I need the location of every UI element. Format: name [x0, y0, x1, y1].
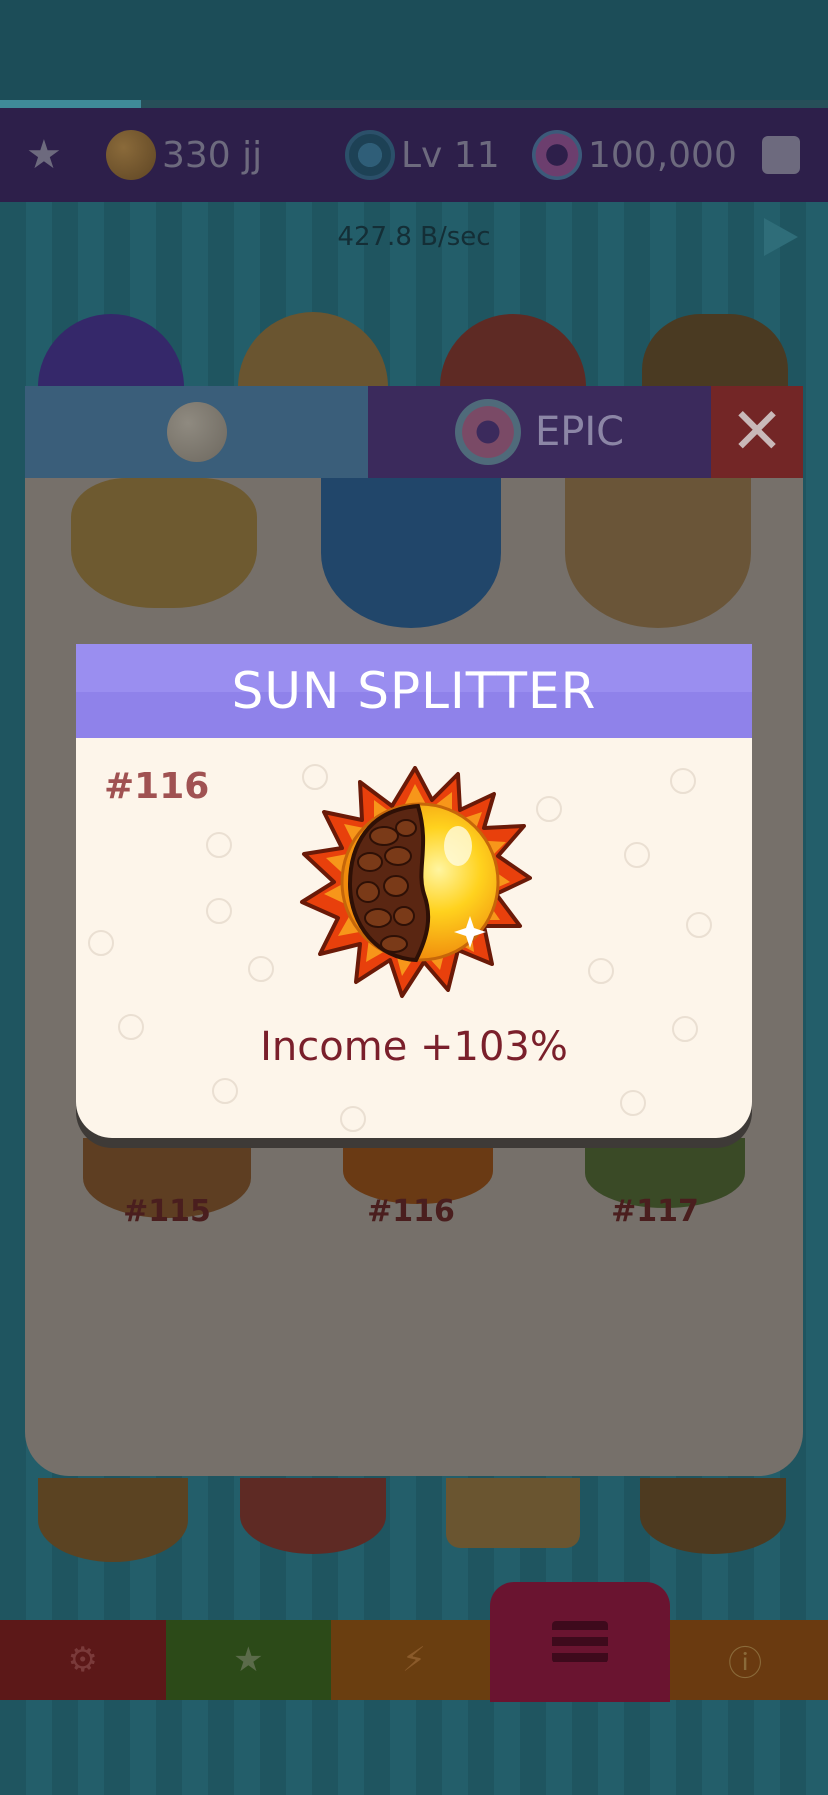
tab-epic-label: EPIC	[534, 409, 625, 455]
pattern-dot	[340, 1106, 366, 1132]
pattern-dot	[212, 1078, 238, 1104]
top-strip	[0, 0, 828, 104]
donut-count-value: 100,000	[588, 134, 737, 176]
star-icon: ★	[26, 132, 62, 178]
donut-icon	[532, 130, 582, 180]
level-value: Lv 11	[401, 134, 500, 176]
bottom-nav: ⚙ ★ ⚡ ⓘ	[0, 1620, 828, 1700]
collection-button[interactable]	[490, 1582, 670, 1702]
gear-icon: ⚙	[67, 1640, 99, 1680]
donut-count[interactable]: 100,000	[532, 108, 737, 202]
progress-fill	[0, 100, 141, 108]
background-cookie	[640, 1478, 786, 1554]
star-icon: ★	[233, 1640, 264, 1680]
cookie-label: #117	[611, 1194, 699, 1229]
nav-tab-favorites[interactable]: ★	[165, 1620, 332, 1700]
progress-bar	[0, 100, 828, 108]
pattern-dot	[248, 956, 274, 982]
close-icon: ✕	[730, 395, 784, 469]
favorites-button[interactable]: ★	[26, 108, 62, 202]
info-icon: ⓘ	[728, 1643, 763, 1684]
cookie-number: #116	[104, 766, 210, 807]
income-bonus: Income +103%	[260, 1024, 568, 1070]
cookie-detail-popup[interactable]: SUN SPLITTER #116 Income +103%	[76, 644, 752, 1138]
background-cookie	[446, 1478, 580, 1548]
background-cookie	[38, 1478, 188, 1562]
tab-regular[interactable]	[25, 386, 368, 478]
calendar-button[interactable]	[762, 108, 800, 202]
pattern-dot	[206, 898, 232, 924]
popup-title: SUN SPLITTER	[231, 662, 597, 720]
nav-tab-settings[interactable]: ⚙	[0, 1620, 166, 1700]
level-indicator[interactable]: Lv 11	[345, 108, 500, 202]
cookie-icon	[166, 402, 227, 462]
cookie-item[interactable]	[565, 478, 751, 628]
pattern-dot	[88, 930, 114, 956]
donut-icon	[454, 399, 521, 465]
pattern-dot	[536, 796, 562, 822]
cookie-label: #116	[367, 1194, 455, 1229]
cookie-icon	[106, 130, 156, 180]
cookie-count: 330 jj	[106, 108, 262, 202]
pattern-dot	[670, 768, 696, 794]
pattern-dot	[588, 958, 614, 984]
background-cookie	[240, 1478, 386, 1554]
popup-header: SUN SPLITTER	[76, 644, 752, 738]
calendar-icon	[762, 136, 800, 174]
cookie-item[interactable]	[71, 478, 257, 608]
sun-splitter-cookie-image	[298, 766, 532, 1000]
hud-bar: ★ 330 jj Lv 11 100,000	[0, 108, 828, 202]
panel-tabs: EPIC ✕	[25, 386, 803, 478]
pattern-dot	[624, 842, 650, 868]
cookie-item[interactable]	[321, 478, 501, 628]
close-button[interactable]: ✕	[711, 386, 803, 478]
lightning-icon: ⚡	[402, 1640, 426, 1680]
pattern-dot	[206, 832, 232, 858]
menu-icon	[552, 1621, 608, 1663]
pattern-dot	[620, 1090, 646, 1116]
level-badge-icon	[345, 130, 395, 180]
play-icon[interactable]	[764, 218, 798, 256]
tab-epic[interactable]: EPIC	[368, 386, 711, 478]
nav-tab-info[interactable]: ⓘ	[662, 1620, 828, 1700]
nav-tab-boosts[interactable]: ⚡	[331, 1620, 497, 1700]
cookie-count-value: 330 jj	[162, 134, 263, 176]
cookie-label: #115	[123, 1194, 211, 1229]
income-rate: 427.8 B/sec	[337, 222, 491, 252]
pattern-dot	[686, 912, 712, 938]
